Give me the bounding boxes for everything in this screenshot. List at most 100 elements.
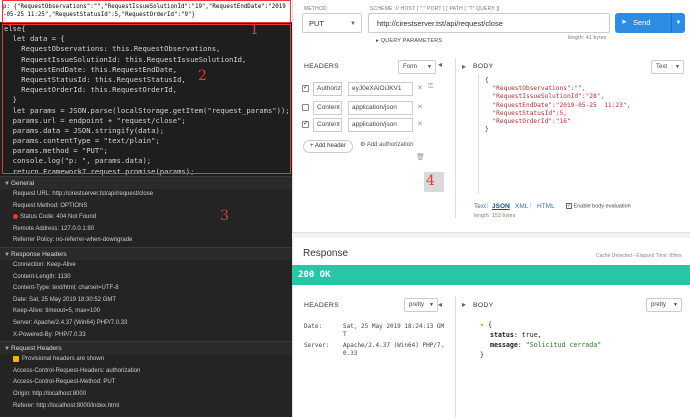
code-editor-pane: p: {"RequestObservations":"","RequestIss…	[0, 0, 292, 417]
add-authorization-link[interactable]: ⚙ Add authorization	[360, 141, 413, 148]
response-header-row: Content-Length: 1130	[13, 273, 71, 280]
body-line: "RequestObservations":"",	[485, 85, 586, 93]
header-row: ✓ Authoriz eyJ0eXAiOiJKV1 ✕ ⚿	[302, 82, 442, 96]
gear-icon: ⚙	[360, 142, 367, 148]
remove-header-icon[interactable]: ✕	[417, 84, 423, 92]
response-header-row: X-Powered-By: PHP/7.0.33	[13, 331, 86, 338]
checkbox-checked-icon: ✓	[566, 203, 572, 209]
response-headers-section-header[interactable]: ▼Response Headers	[0, 246, 292, 260]
collapse-right-icon[interactable]: ▸	[462, 300, 466, 309]
headers-label: HEADERS	[304, 63, 339, 70]
response-header-key: Server:	[304, 342, 330, 349]
body-line: }	[485, 126, 489, 134]
header-key-input[interactable]: Content	[313, 118, 342, 132]
response-header-row: Keep-Alive: timeout=5, max=100	[13, 308, 101, 315]
response-header-row: Connection: Keep-Alive	[13, 261, 76, 268]
network-details-panel: ▼General Request URL: http://cirestserve…	[0, 176, 292, 417]
body-line: "RequestEndDate":"2019-05-25 11:23",	[485, 101, 631, 109]
request-header-row: Access-Control-Request-Method: PUT	[13, 379, 116, 386]
send-options-chevron-icon[interactable]: ▼	[671, 13, 685, 33]
scheme-label: SCHEME :// HOST [ ":" PORT ] [ PATH [ "?…	[370, 6, 500, 12]
body-tab-text[interactable]: Text	[474, 203, 486, 210]
annotation-box-2	[2, 24, 291, 174]
body-tab-xml[interactable]: XML	[515, 203, 528, 210]
response-header-value: T	[343, 331, 347, 338]
url-input[interactable]: http://cirestserver.tst/api/request/clos…	[368, 13, 610, 33]
query-parameters-toggle[interactable]: ▸ QUERY PARAMETERS	[376, 38, 442, 44]
json-row-status: status: true,	[490, 331, 542, 339]
response-header-key: Date:	[304, 323, 323, 330]
header-row: ✓ Content application/json ✕	[302, 118, 442, 132]
send-button[interactable]: ➤ Send ▼	[615, 13, 685, 33]
remove-header-icon[interactable]: ✕	[417, 103, 423, 111]
response-header-value: Sat, 25 May 2019 18:24:13 GM	[343, 323, 445, 330]
warning-icon	[13, 355, 19, 362]
request-header-row: Origin: http://localhost:8000	[13, 390, 87, 397]
body-text: { "RequestObservations":"", "RequestIssu…	[485, 77, 630, 134]
header-row: Content application/json ✕	[302, 101, 442, 115]
status-bar: 200 OK	[292, 265, 690, 285]
headers-format-select[interactable]: Form ▼	[398, 60, 436, 74]
annotation-label-3: 3	[220, 208, 229, 224]
response-header-row: Server: Apache/2.4.37 (Win64) PHP/7.0.33	[13, 319, 128, 326]
expand-triangle-icon: ▼	[4, 181, 10, 187]
body-tab-html[interactable]: HTML	[537, 203, 555, 210]
chevron-down-icon: ▼	[427, 64, 432, 70]
general-row: Request URL: http://cirestserver.tst/api…	[13, 191, 154, 197]
header-key-input[interactable]: Authoriz	[313, 82, 342, 96]
response-headers-label: HEADERS	[304, 302, 339, 309]
method-select[interactable]: PUT ▼	[302, 13, 362, 33]
collapse-left-icon[interactable]: ◂	[438, 60, 442, 69]
body-tab-json[interactable]: JSON	[492, 203, 510, 210]
chevron-down-icon: ▼	[673, 302, 678, 308]
header-enabled-checkbox[interactable]	[302, 104, 309, 111]
body-evaluation-toggle[interactable]: ✓ Enable body evaluation	[566, 203, 631, 209]
body-format-select[interactable]: Text ▼	[651, 60, 684, 74]
section-divider	[292, 232, 690, 238]
response-header-value: Apache/2.4.37 (Win64) PHP/7.	[343, 342, 445, 349]
response-body-format-select[interactable]: pretty ▼	[646, 298, 682, 312]
separator: |	[509, 203, 511, 209]
header-key-input[interactable]: Content	[313, 101, 342, 115]
trash-icon[interactable]: 🗑	[416, 153, 425, 161]
body-editor[interactable]: { "RequestObservations":"", "RequestIssu…	[478, 74, 682, 194]
request-header-row: Referer: http://localhost:8000/index.htm…	[13, 402, 120, 409]
header-value-input[interactable]: application/json	[348, 101, 413, 115]
response-header-row: Content-Type: text/html; charset=UTF-8	[13, 285, 119, 292]
chevron-down-icon: ▼	[429, 302, 434, 308]
annotation-label-2: 2	[198, 68, 207, 84]
general-section-header[interactable]: ▼General	[0, 176, 292, 189]
add-header-button[interactable]: + Add header	[303, 140, 353, 153]
response-header-value: 0.33	[343, 350, 358, 357]
chevron-down-icon: ▼	[350, 21, 356, 27]
body-line: "RequestIssueSolutionId":"28",	[485, 93, 605, 101]
annotation-label-4: 4	[426, 173, 435, 189]
request-headers-section-header[interactable]: ▼Request Headers	[0, 341, 292, 355]
key-icon[interactable]: ⚿	[428, 83, 433, 91]
panel-divider	[455, 296, 456, 417]
annotation-box-1	[2, 0, 291, 23]
collapse-right-icon[interactable]: ▸	[462, 62, 466, 71]
remove-header-icon[interactable]: ✕	[417, 120, 423, 128]
expand-triangle-icon: ▼	[4, 346, 10, 353]
header-enabled-checkbox[interactable]: ✓	[302, 121, 309, 128]
body-label: BODY	[473, 63, 494, 70]
body-line: {	[485, 77, 489, 84]
general-row-status: Status Code: 404 Not Found	[0, 212, 292, 224]
header-enabled-checkbox[interactable]: ✓	[302, 85, 309, 92]
collapse-triangle-icon[interactable]: ▾	[480, 321, 484, 329]
header-value-input[interactable]: eyJ0eXAiOiJKV1	[348, 82, 413, 96]
body-line: "RequestStatusId":5,	[485, 109, 567, 117]
collapse-left-icon[interactable]: ◂	[438, 300, 442, 309]
request-header-row: Access-Control-Request-Headers: authoriz…	[13, 367, 141, 374]
separator: |	[487, 203, 489, 209]
response-headers-format-select[interactable]: pretty ▼	[404, 298, 438, 312]
general-row: Remote Address: 127.0.0.1:80	[13, 225, 95, 232]
separator: |	[530, 203, 532, 209]
json-close: }	[480, 351, 484, 359]
response-header-row: Date: Sat, 25 May 2019 18:30:52 GMT	[13, 296, 117, 303]
expand-triangle-icon: ▼	[4, 251, 10, 258]
header-value-input[interactable]: application/json	[348, 118, 413, 132]
response-title: Response	[303, 248, 349, 259]
json-open: ▾ {	[480, 321, 492, 329]
